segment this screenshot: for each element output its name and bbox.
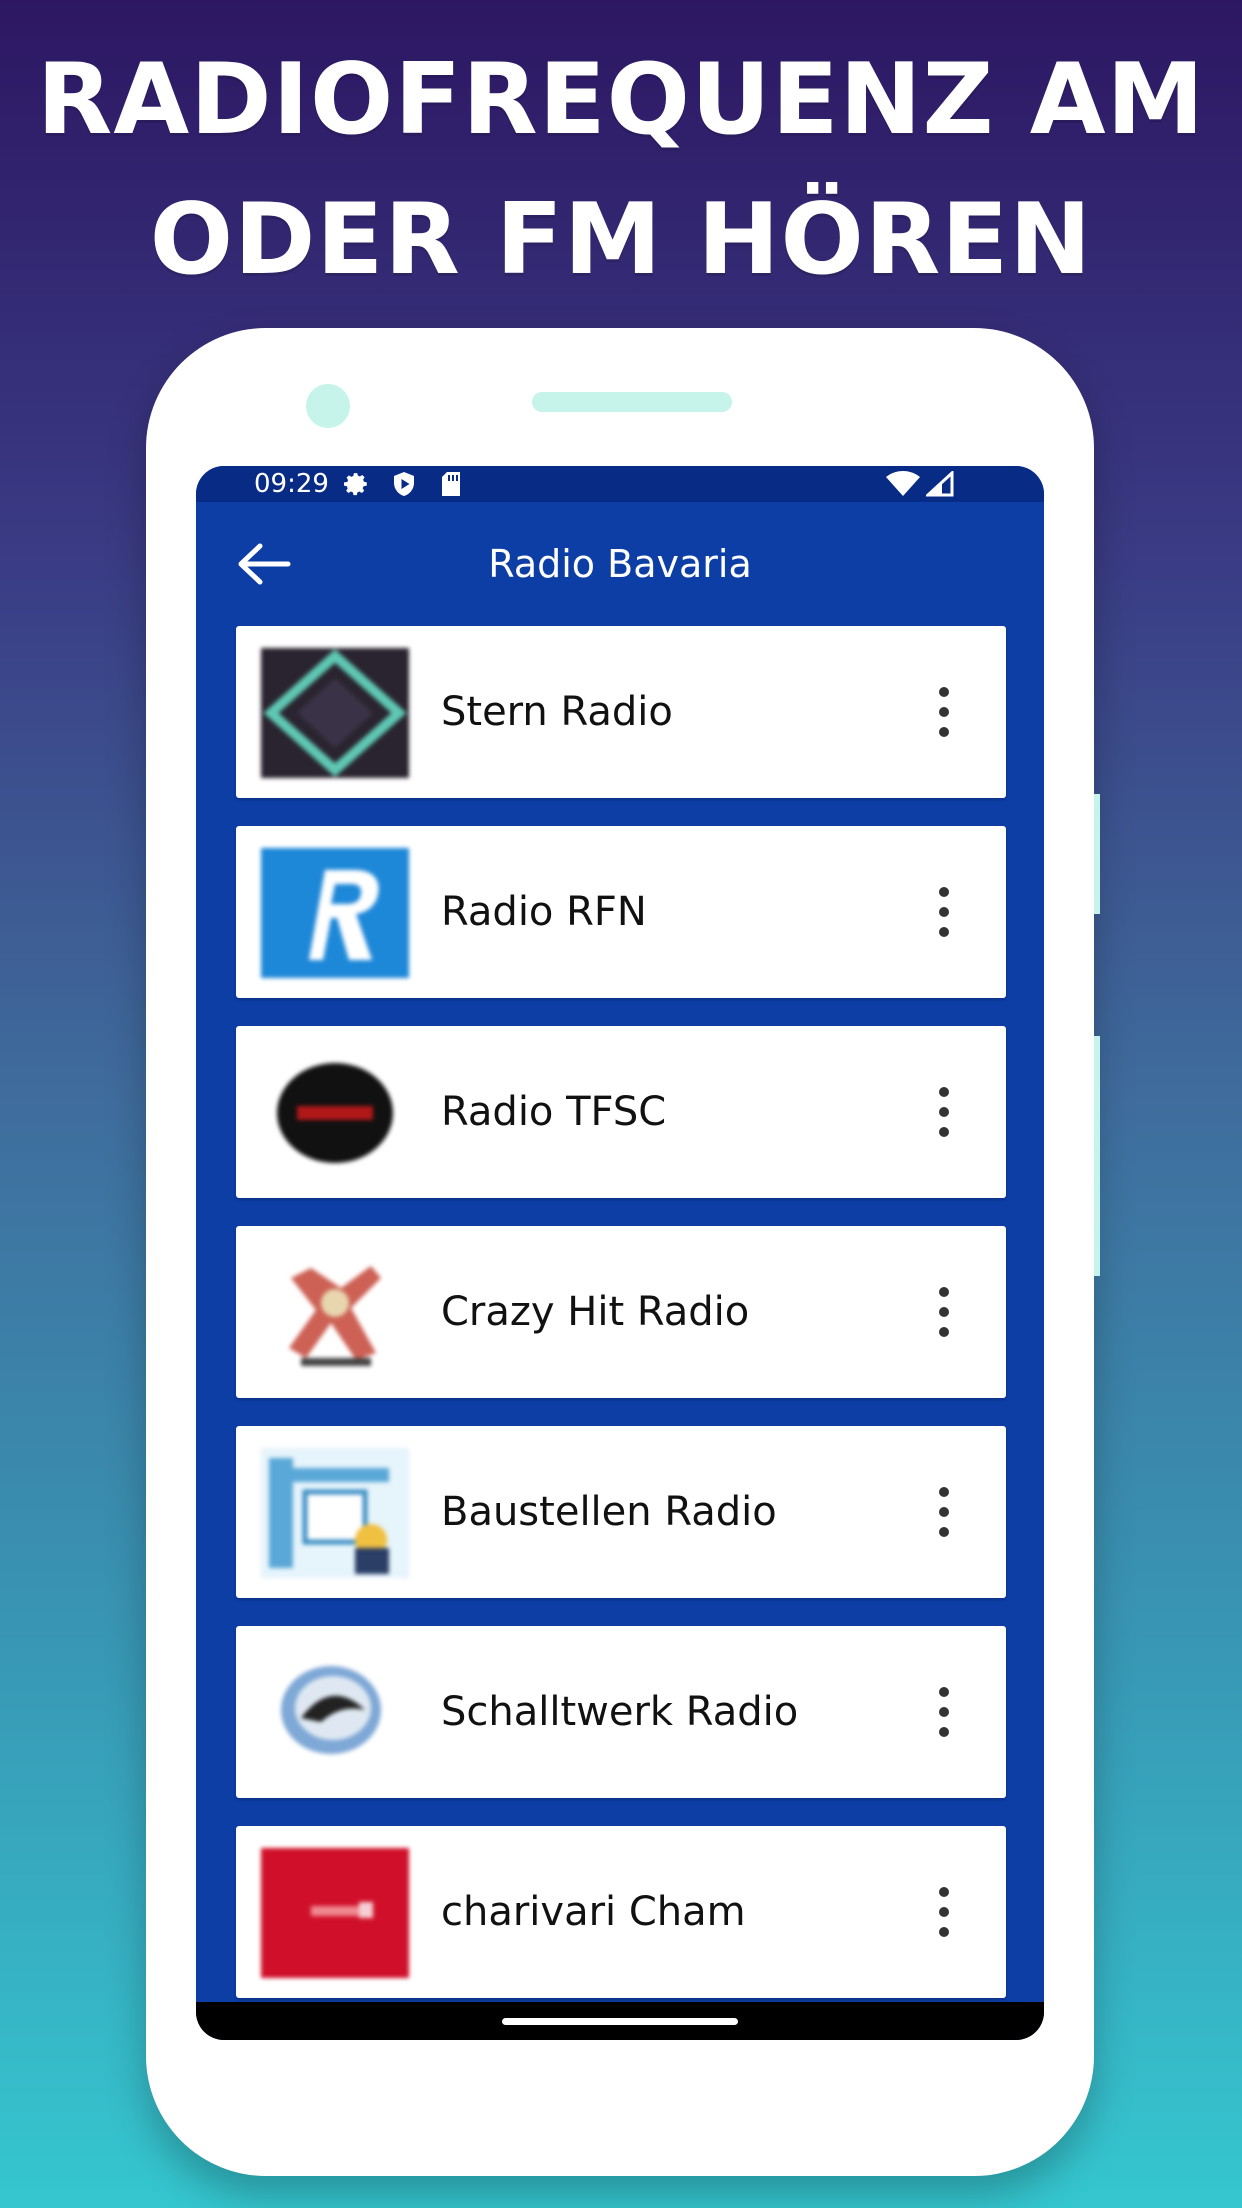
arrow-left-icon[interactable] <box>236 542 292 586</box>
volume-button <box>1094 794 1100 914</box>
station-name: Radio TFSC <box>441 1089 667 1135</box>
station-logo <box>261 1448 409 1578</box>
station-name: Schalltwerk Radio <box>441 1689 799 1735</box>
station-logo <box>261 1648 409 1778</box>
wifi-icon <box>886 471 920 497</box>
station-card-crazy-hit-radio[interactable]: Crazy Hit Radio <box>236 1226 1006 1398</box>
signal-icon <box>926 471 954 497</box>
station-name: charivari Cham <box>441 1889 746 1935</box>
status-bar: 09:29 <box>196 466 1044 502</box>
station-name: Stern Radio <box>441 689 673 735</box>
phone-mockup: 09:29 Radio Bavaria Stern Radio Radio RF… <box>146 328 1100 2176</box>
station-list: Stern Radio Radio RFN Radio TFSC Crazy H… <box>236 626 1006 2026</box>
promo-line-2: ODER FM HÖREN <box>149 183 1093 297</box>
promo-line-1: RADIOFREQUENZ AM <box>36 43 1206 157</box>
power-button <box>1094 1036 1100 1276</box>
home-gesture-handle[interactable] <box>502 2018 738 2025</box>
station-logo <box>261 848 409 978</box>
station-card-charivari-cham[interactable]: charivari Cham <box>236 1826 1006 1998</box>
phone-speaker <box>532 392 732 412</box>
phone-screen: 09:29 Radio Bavaria Stern Radio Radio RF… <box>196 466 1044 2040</box>
station-card-radio-rfn[interactable]: Radio RFN <box>236 826 1006 998</box>
more-vert-icon[interactable] <box>932 1684 956 1740</box>
more-vert-icon[interactable] <box>932 684 956 740</box>
station-name: Baustellen Radio <box>441 1489 777 1535</box>
promo-headline: RADIOFREQUENZ AM ODER FM HÖREN <box>0 30 1242 310</box>
more-vert-icon[interactable] <box>932 1884 956 1940</box>
more-vert-icon[interactable] <box>932 1284 956 1340</box>
station-card-baustellen-radio[interactable]: Baustellen Radio <box>236 1426 1006 1598</box>
app-bar: Radio Bavaria <box>196 502 1044 626</box>
station-logo <box>261 1848 409 1978</box>
station-card-stern-radio[interactable]: Stern Radio <box>236 626 1006 798</box>
station-logo <box>261 1048 409 1178</box>
station-logo <box>261 1248 409 1378</box>
page-title: Radio Bavaria <box>488 542 752 586</box>
station-card-radio-tfsc[interactable]: Radio TFSC <box>236 1026 1006 1198</box>
station-name: Radio RFN <box>441 889 647 935</box>
station-card-schalltwerk-radio[interactable]: Schalltwerk Radio <box>236 1626 1006 1798</box>
status-time: 09:29 <box>254 469 329 499</box>
shield-play-icon <box>392 471 416 497</box>
navigation-bar <box>196 2002 1044 2040</box>
station-logo <box>261 648 409 778</box>
phone-camera <box>306 384 350 428</box>
more-vert-icon[interactable] <box>932 884 956 940</box>
station-name: Crazy Hit Radio <box>441 1289 750 1335</box>
sd-card-icon <box>440 471 462 497</box>
gear-icon <box>344 471 370 497</box>
more-vert-icon[interactable] <box>932 1484 956 1540</box>
more-vert-icon[interactable] <box>932 1084 956 1140</box>
